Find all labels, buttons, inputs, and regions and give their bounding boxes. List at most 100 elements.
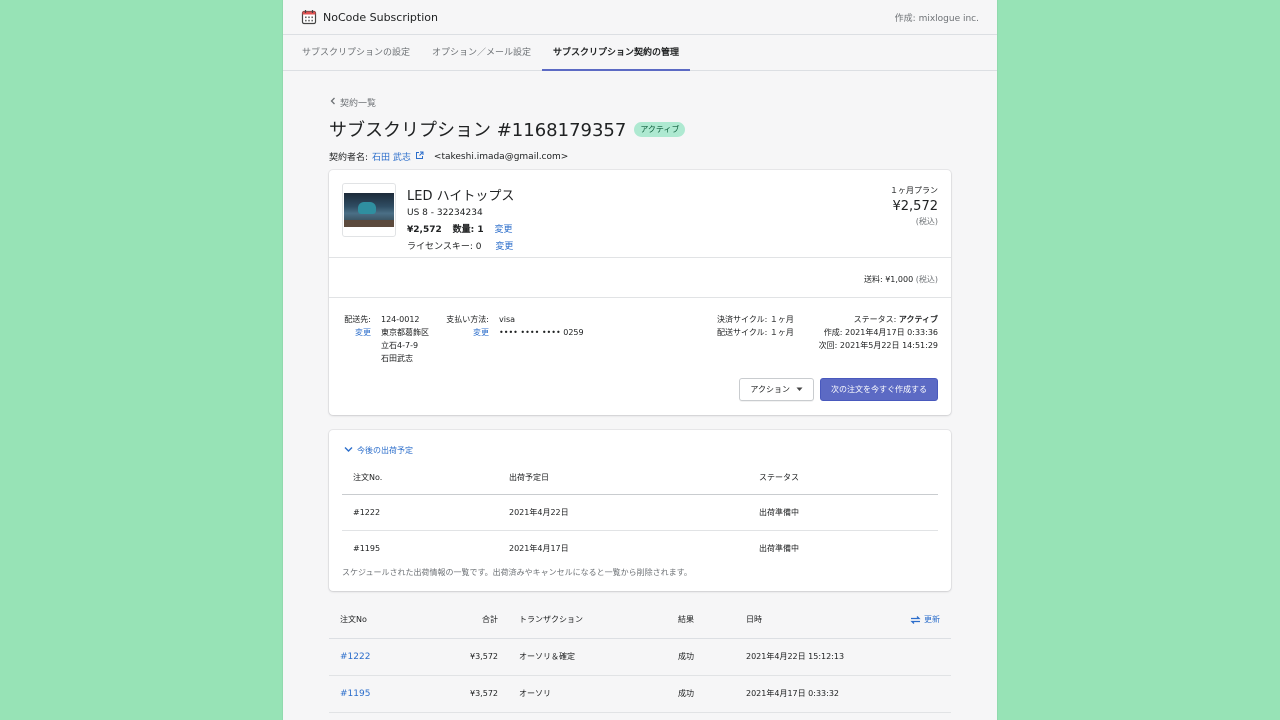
column-header: 出荷予定日: [509, 473, 549, 482]
transaction-date: 2021年4月17日 0:33:32: [746, 689, 840, 698]
product-thumbnail: [342, 183, 396, 237]
column-header: 合計: [482, 615, 498, 624]
tab-contract-management[interactable]: サブスクリプション契約の管理: [542, 35, 691, 71]
external-link-icon[interactable]: [415, 151, 424, 163]
payment-brand: visa: [499, 315, 516, 324]
contract-holder-email: <takeshi.imada@gmail.com>: [433, 151, 569, 162]
table-row: #1222 ¥3,572 オーソリ＆確定 成功 2021年4月22日 15:12…: [329, 639, 951, 676]
product-price-qty: ¥2,572 数量: 1 変更: [407, 222, 514, 235]
contract-holder-name[interactable]: 石田 武志: [372, 150, 411, 163]
tab-bar: サブスクリプションの設定 オプション／メール設定 サブスクリプション契約の管理: [283, 35, 997, 71]
transaction-date: 2021年4月22日 15:12:13: [746, 652, 845, 661]
brand: NoCode Subscription: [301, 9, 438, 25]
upcoming-shipments-title: 今後の出荷予定: [357, 446, 413, 455]
status-info: ステータス: アクティブ 作成: 2021年4月17日 0:33:36 次回: …: [819, 313, 938, 352]
main-content: 契約一覧 サブスクリプション #1168179357 アクティブ 契約者名: 石…: [329, 96, 951, 713]
plan-summary: １ヶ月プラン ¥2,572 (税込): [890, 185, 938, 227]
address-line: 124-0012: [381, 315, 420, 324]
refresh-icon: [910, 615, 921, 625]
table-header: 注文No. 出荷予定日 ステータス: [342, 470, 938, 495]
billing-cycle: 決済サイクル: １ヶ月: [717, 315, 794, 324]
action-menu-button[interactable]: アクション: [739, 378, 814, 401]
table-row: #1195 ¥3,572 オーソリ 成功 2021年4月17日 0:33:32: [329, 676, 951, 713]
plan-tax: (税込): [915, 217, 938, 226]
payment-method: visa •••• •••• •••• 0259: [499, 313, 584, 339]
refresh-button[interactable]: 更新: [910, 602, 940, 638]
payment-label: 支払い方法:: [446, 315, 489, 324]
license-key-label: ライセンスキー: 0: [407, 242, 482, 252]
transaction-order-link[interactable]: #1222: [340, 639, 370, 675]
address-line: 立石4-7-9: [381, 341, 419, 350]
shipments-note: スケジュールされた出荷情報の一覧です。出荷済みやキャンセルになると一覧から削除さ…: [342, 568, 692, 577]
created-date: 作成: 2021年4月17日 0:33:36: [823, 328, 938, 337]
shipping-fee-tax: (税込): [915, 275, 938, 284]
shipment-date: 2021年4月22日: [509, 508, 569, 517]
product-quantity: 数量: 1: [452, 225, 484, 235]
cycles: 決済サイクル: １ヶ月 配送サイクル: １ヶ月: [717, 313, 794, 339]
status-label: ステータス:: [853, 315, 897, 324]
refresh-label: 更新: [924, 615, 940, 624]
table-header: 注文No 合計 トランザクション 結果 日時 更新: [329, 602, 951, 639]
transaction-result: 成功: [678, 689, 694, 698]
plan-name: １ヶ月プラン: [890, 186, 938, 195]
app-window: NoCode Subscription 作成: mixlogue inc. サブ…: [283, 0, 997, 720]
column-header: 結果: [678, 615, 694, 624]
maker-credit: 作成: mixlogue inc.: [894, 13, 979, 24]
change-license-link[interactable]: 変更: [495, 242, 513, 252]
transactions-table: 注文No 合計 トランザクション 結果 日時 更新 #1222 ¥3,572 オ…: [329, 602, 951, 713]
column-header: 日時: [746, 615, 762, 624]
transaction-result: 成功: [678, 652, 694, 661]
column-header: 注文No.: [353, 473, 383, 482]
payment-card-number: •••• •••• •••• 0259: [499, 328, 584, 337]
shoe-image: [344, 193, 394, 227]
table-row: #1222 2021年4月22日 出荷準備中: [342, 495, 938, 531]
action-button-label: アクション: [750, 385, 790, 394]
divider: [329, 297, 951, 298]
shipment-order: #1222: [353, 508, 381, 517]
change-address-link[interactable]: 変更: [342, 326, 371, 339]
app-name: NoCode Subscription: [323, 10, 438, 24]
back-link[interactable]: 契約一覧: [329, 96, 951, 109]
transaction-order-link[interactable]: #1195: [340, 676, 370, 712]
page-title: サブスクリプション #1168179357: [329, 120, 627, 141]
product-info: LED ハイトップス US 8 - 32234234 ¥2,572 数量: 1 …: [407, 183, 514, 252]
upcoming-shipments-toggle[interactable]: 今後の出荷予定: [344, 445, 413, 456]
calendar-icon: [301, 9, 317, 25]
table-row: #1195 2021年4月17日 出荷準備中: [342, 531, 938, 566]
shipping-address-label: 配送先:: [344, 315, 371, 324]
tab-option-mail-settings[interactable]: オプション／メール設定: [421, 35, 542, 70]
shipping-address: 124-0012 東京都葛飾区 立石4-7-9 石田武志: [381, 313, 429, 365]
chevron-left-icon: [329, 97, 337, 108]
column-header: トランザクション: [519, 615, 583, 624]
column-header: 注文No: [340, 615, 367, 624]
divider: [329, 257, 951, 258]
back-link-label: 契約一覧: [340, 99, 377, 109]
shipping-address-label-col: 配送先: 変更: [342, 313, 371, 339]
shipment-date: 2021年4月17日: [509, 544, 569, 553]
contract-holder: 契約者名: 石田 武志 <takeshi.imada@gmail.com>: [329, 150, 951, 163]
shipment-status: 出荷準備中: [759, 544, 799, 553]
address-line: 東京都葛飾区: [381, 328, 429, 337]
product-variant: US 8 - 32234234: [407, 208, 483, 218]
transaction-total: ¥3,572: [470, 689, 498, 698]
contract-holder-label: 契約者名:: [329, 153, 369, 163]
change-payment-link[interactable]: 変更: [442, 326, 489, 339]
create-next-order-button[interactable]: 次の注文を今すぐ作成する: [820, 378, 938, 401]
transaction-type: オーソリ＆確定: [519, 652, 575, 661]
license-key-line: ライセンスキー: 0 変更: [407, 239, 514, 252]
shipment-order: #1195: [353, 544, 381, 553]
status-value: アクティブ: [898, 315, 938, 324]
tab-subscription-settings[interactable]: サブスクリプションの設定: [291, 35, 421, 70]
caret-down-icon: [796, 378, 803, 401]
chevron-down-icon: [344, 446, 353, 455]
subscription-card: LED ハイトップス US 8 - 32234234 ¥2,572 数量: 1 …: [329, 170, 951, 415]
change-quantity-link[interactable]: 変更: [494, 225, 512, 235]
delivery-cycle: 配送サイクル: １ヶ月: [717, 328, 794, 337]
product-line: LED ハイトップス US 8 - 32234234 ¥2,572 数量: 1 …: [342, 183, 514, 252]
top-bar: NoCode Subscription 作成: mixlogue inc.: [283, 0, 997, 35]
status-badge: アクティブ: [634, 121, 686, 137]
shipping-fee: 送料: ¥1,000 (税込): [864, 274, 938, 285]
product-price: ¥2,572: [407, 225, 442, 235]
plan-price: ¥2,572: [892, 199, 939, 214]
product-name: LED ハイトップス: [407, 189, 515, 204]
